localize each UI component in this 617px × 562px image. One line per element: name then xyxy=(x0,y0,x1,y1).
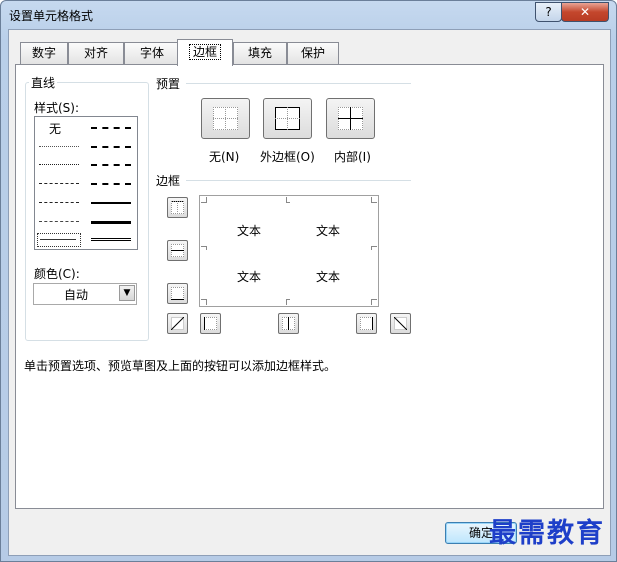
chevron-down-icon[interactable]: ▼ xyxy=(119,285,135,301)
border-left-button[interactable] xyxy=(200,313,221,334)
diagonal-down-icon xyxy=(393,316,408,331)
border-middle-vertical-button[interactable] xyxy=(278,313,299,334)
preview-text-top-right: 文本 xyxy=(316,224,341,238)
color-dropdown[interactable]: 自动 ▼ xyxy=(33,283,137,305)
corner-mark xyxy=(201,246,207,250)
tab-fill[interactable]: 填充 xyxy=(233,42,287,64)
corner-mark xyxy=(371,246,377,250)
preset-inside-label: 内部(I) xyxy=(334,150,371,164)
style-label: 样式(S): xyxy=(34,101,80,115)
line-style-medium-dash-dot-dot[interactable] xyxy=(91,127,131,129)
preset-none-button[interactable] xyxy=(201,98,250,139)
corner-mark xyxy=(286,299,290,305)
corner-mark xyxy=(201,197,207,203)
line-style-thick[interactable] xyxy=(91,221,131,224)
line-style-dashed[interactable] xyxy=(39,221,79,222)
preview-text-bottom-left: 文本 xyxy=(237,270,262,284)
preset-outline-icon xyxy=(275,107,300,130)
tab-border[interactable]: 边框 xyxy=(177,39,233,66)
border-tab-panel: 直线 样式(S): 无 颜色(C): 自动 ▼ 预置 无(N) 外边框(O) 内… xyxy=(15,64,604,509)
border-middle-vertical-icon xyxy=(282,317,295,330)
preset-outline-button[interactable] xyxy=(263,98,312,139)
border-diagonal-up-button[interactable] xyxy=(167,313,188,334)
title-bar[interactable]: 设置单元格格式 ? ✕ xyxy=(1,1,616,29)
corner-mark xyxy=(201,299,207,305)
line-style-slant-dash-dot[interactable] xyxy=(91,146,131,148)
color-label: 颜色(C): xyxy=(34,267,80,281)
preset-inside-icon xyxy=(338,107,363,130)
format-cells-dialog: 设置单元格格式 ? ✕ 数字 对齐 字体 边框 填充 保护 直线 样式(S): … xyxy=(0,0,617,562)
border-middle-horizontal-icon xyxy=(171,244,184,257)
help-button[interactable]: ? xyxy=(535,2,562,22)
border-middle-horizontal-button[interactable] xyxy=(167,240,188,261)
presets-divider xyxy=(186,83,411,84)
diagonal-up-icon xyxy=(170,316,185,331)
color-dropdown-value: 自动 xyxy=(63,288,88,302)
line-style-list[interactable]: 无 xyxy=(34,116,138,250)
line-style-medium-dashed[interactable] xyxy=(91,183,131,185)
border-preview[interactable]: 文本 文本 文本 文本 xyxy=(199,195,379,307)
preset-inside-button[interactable] xyxy=(326,98,375,139)
line-style-hair[interactable] xyxy=(39,146,79,147)
border-left-icon xyxy=(204,317,217,330)
line-style-medium-dash-dot[interactable] xyxy=(91,164,131,166)
corner-mark xyxy=(286,197,290,203)
border-bottom-button[interactable] xyxy=(167,283,188,304)
border-divider xyxy=(186,180,411,181)
watermark-logo: 最需教育 xyxy=(489,518,605,549)
line-group-title: 直线 xyxy=(29,74,58,91)
border-diagonal-down-button[interactable] xyxy=(390,313,411,334)
tab-protection[interactable]: 保护 xyxy=(287,42,339,64)
preset-none-icon xyxy=(213,107,238,130)
tab-border-label: 边框 xyxy=(188,44,221,60)
line-style-dash-dot-dot[interactable] xyxy=(39,183,79,184)
line-style-double[interactable] xyxy=(91,238,131,241)
border-right-icon xyxy=(360,317,373,330)
line-style-dotted[interactable] xyxy=(39,164,79,165)
line-style-none[interactable]: 无 xyxy=(49,120,61,137)
tab-number[interactable]: 数字 xyxy=(20,42,68,64)
border-right-button[interactable] xyxy=(356,313,377,334)
corner-mark xyxy=(371,197,377,203)
dialog-client: 数字 对齐 字体 边框 填充 保护 直线 样式(S): 无 颜色(C): 自动 … xyxy=(8,29,611,556)
border-top-button[interactable] xyxy=(167,197,188,218)
preset-none-label: 无(N) xyxy=(209,150,240,164)
preview-text-bottom-right: 文本 xyxy=(316,270,341,284)
line-style-thin-selected[interactable] xyxy=(37,233,81,247)
border-bottom-icon xyxy=(171,287,184,300)
line-style-medium[interactable] xyxy=(91,202,131,204)
preview-text-top-left: 文本 xyxy=(237,224,262,238)
tab-alignment[interactable]: 对齐 xyxy=(68,42,124,64)
border-top-icon xyxy=(171,201,184,214)
tab-font[interactable]: 字体 xyxy=(124,42,180,64)
corner-mark xyxy=(371,299,377,305)
preset-outline-label: 外边框(O) xyxy=(260,150,315,164)
presets-title: 预置 xyxy=(156,77,181,91)
border-title: 边框 xyxy=(156,174,181,188)
dialog-title: 设置单元格格式 xyxy=(9,9,94,23)
close-button[interactable]: ✕ xyxy=(561,2,609,22)
hint-text: 单击预置选项、预览草图及上面的按钮可以添加边框样式。 xyxy=(24,359,337,373)
line-style-dash-dot[interactable] xyxy=(39,202,79,203)
